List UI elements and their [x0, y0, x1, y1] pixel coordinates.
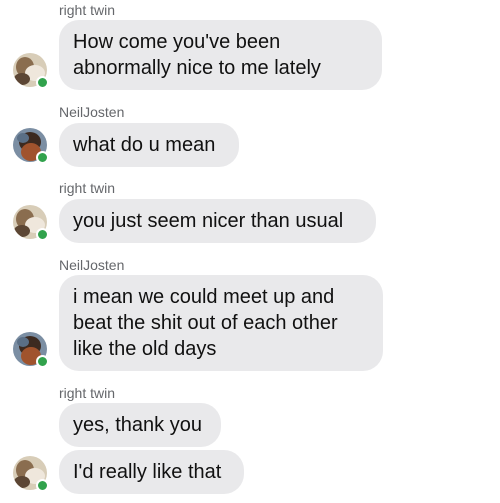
- sender-name: right twin: [59, 2, 116, 18]
- sender-name: NeilJosten: [59, 257, 125, 273]
- message-text: I'd really like that: [73, 461, 222, 483]
- message-bubble[interactable]: yes, thank you: [59, 403, 221, 447]
- online-status-dot: [36, 355, 49, 368]
- message-text: what do u mean: [73, 134, 216, 156]
- message-text: beat the shit out of each other: [73, 312, 338, 334]
- message-text: you just seem nicer than usual: [73, 210, 344, 232]
- avatar[interactable]: [13, 205, 49, 241]
- message-bubble[interactable]: i mean we could meet up and beat the shi…: [59, 275, 383, 371]
- message-text: How come you've been: [73, 31, 281, 53]
- sender-name: right twin: [59, 180, 116, 196]
- message-bubble[interactable]: you just seem nicer than usual: [59, 199, 376, 243]
- message-bubble[interactable]: I'd really like that: [59, 450, 244, 494]
- online-status-dot: [36, 479, 49, 492]
- chat-thread: right twin How come you've been abnormal…: [0, 0, 500, 503]
- avatar[interactable]: [13, 456, 49, 492]
- message-text: like the old days: [73, 338, 217, 360]
- message-text: abnormally nice to me lately: [73, 57, 321, 79]
- message-bubble[interactable]: what do u mean: [59, 123, 239, 167]
- online-status-dot: [36, 228, 49, 241]
- sender-name: right twin: [59, 385, 116, 401]
- message-bubble[interactable]: How come you've been abnormally nice to …: [59, 20, 382, 90]
- message-text: i mean we could meet up and: [73, 286, 335, 308]
- avatar[interactable]: [13, 128, 49, 164]
- online-status-dot: [36, 151, 49, 164]
- online-status-dot: [36, 76, 49, 89]
- sender-name: NeilJosten: [59, 104, 125, 120]
- avatar[interactable]: [13, 53, 49, 89]
- message-text: yes, thank you: [73, 414, 202, 436]
- avatar[interactable]: [13, 332, 49, 368]
